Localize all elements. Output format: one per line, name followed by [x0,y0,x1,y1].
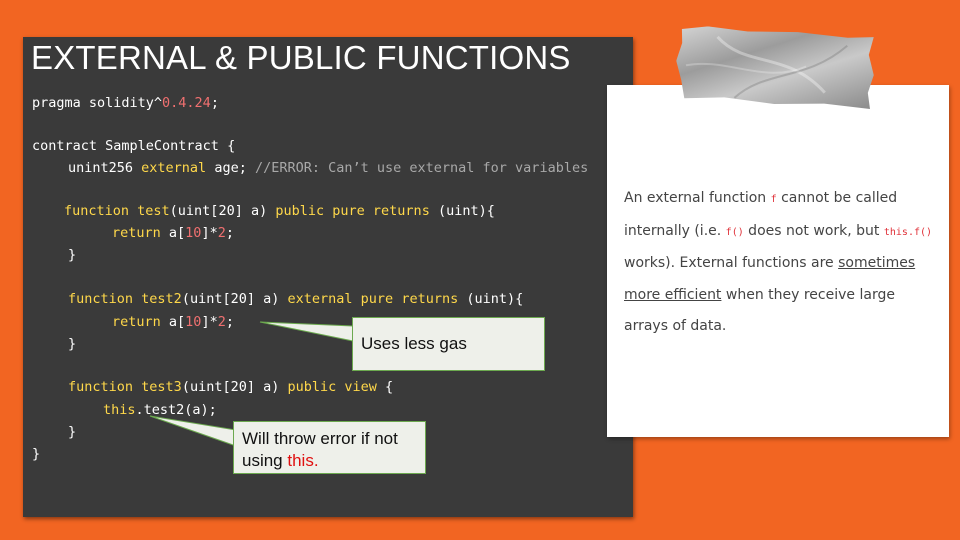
inline-code: f() [725,226,744,238]
tape-decoration [676,26,874,109]
error-callout: Will throw error if not using this. [233,421,426,474]
note-text: An external function f cannot be called … [624,183,934,343]
error-callout-this: this. [287,451,319,470]
note-card: An external function f cannot be called … [607,85,949,437]
inline-code: this.f() [883,226,933,238]
gas-callout-text: Uses less gas [361,334,467,353]
error-callout-line1: Will throw error if not [242,429,398,448]
note-text-part: does not work, but [743,222,884,239]
error-callout-line2: using this. [242,450,425,472]
error-callout-pointer [149,415,237,447]
note-text-part: works). External functions are [624,255,839,271]
gas-callout: Uses less gas [352,317,545,371]
gas-callout-pointer [259,321,354,342]
note-text-part: An external function [624,190,771,206]
error-callout-prefix: using [242,451,288,470]
